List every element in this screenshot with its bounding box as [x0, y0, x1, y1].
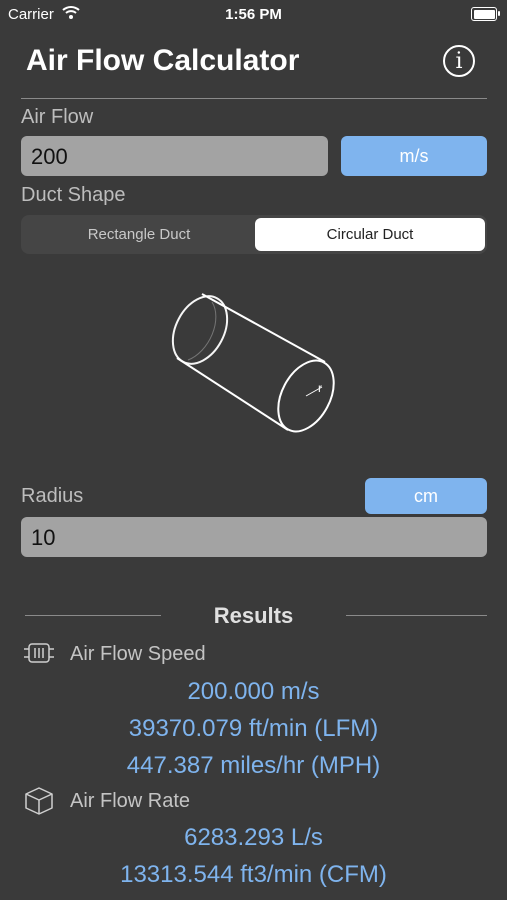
- header-divider: [21, 98, 487, 99]
- air-flow-input[interactable]: 200: [21, 136, 328, 176]
- circular-duct-diagram: r: [171, 293, 335, 433]
- duct-speed-icon: [24, 643, 54, 663]
- clock: 1:56 PM: [225, 6, 282, 23]
- air-flow-speed-label: Air Flow Speed: [70, 643, 206, 665]
- status-bar: Carrier 1:56 PM: [0, 0, 507, 30]
- air-flow-rate-label: Air Flow Rate: [70, 790, 191, 812]
- rate-value-cfm: 13313.544 ft3/min (CFM): [120, 861, 387, 888]
- rate-value-ls: 6283.293 L/s: [184, 824, 323, 851]
- radius-unit-button[interactable]: cm: [365, 478, 487, 514]
- radius-marker: r: [318, 381, 322, 395]
- speed-value-lfm: 39370.079 ft/min (LFM): [128, 715, 379, 742]
- radius-input[interactable]: 10: [21, 517, 487, 557]
- info-icon: i: [455, 49, 463, 74]
- speed-value-ms: 200.000 m/s: [187, 678, 320, 705]
- radius-label: Radius: [21, 485, 84, 507]
- segment-circular-duct[interactable]: Circular Duct: [255, 218, 485, 251]
- results-divider-right: [346, 615, 487, 616]
- air-flow-unit-button[interactable]: m/s: [341, 136, 487, 176]
- duct-shape-segmented-control: Rectangle Duct Circular Duct: [21, 215, 487, 254]
- segment-rectangle-duct[interactable]: Rectangle Duct: [24, 218, 254, 251]
- cube-icon: [25, 787, 53, 815]
- air-flow-label: Air Flow: [21, 106, 94, 128]
- results-title: Results: [213, 603, 294, 628]
- duct-shape-label: Duct Shape: [21, 184, 126, 206]
- battery-icon: [471, 7, 500, 21]
- speed-value-mph: 447.387 miles/hr (MPH): [126, 752, 381, 779]
- page-title: Air Flow Calculator: [26, 44, 300, 77]
- info-button[interactable]: i: [443, 45, 475, 77]
